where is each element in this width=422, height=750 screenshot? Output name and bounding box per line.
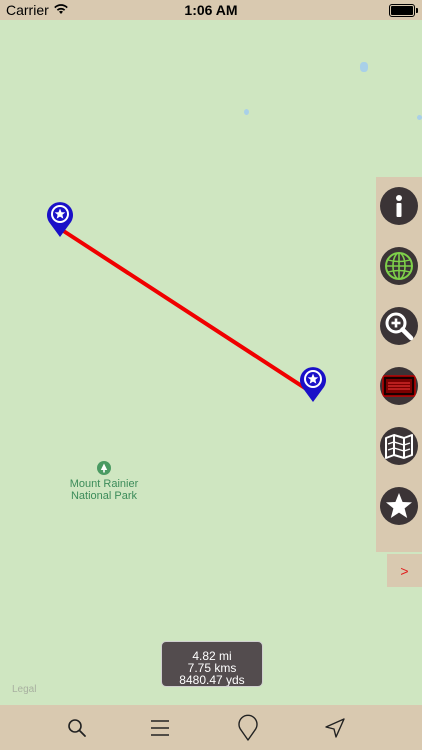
tv-button[interactable] [380, 367, 418, 405]
clock: 1:06 AM [184, 2, 238, 18]
zoom-in-icon [385, 312, 414, 341]
list-button[interactable] [138, 705, 182, 750]
location-arrow-icon [325, 717, 345, 738]
globe-button[interactable] [380, 247, 418, 285]
folded-map-icon [385, 434, 413, 459]
park-tree-icon [97, 461, 111, 475]
search-button[interactable] [55, 705, 99, 750]
bottom-toolbar [0, 705, 422, 750]
battery-icon [389, 4, 418, 17]
list-icon [151, 719, 169, 736]
pin-icon [238, 714, 258, 741]
distance-readout: 4.82 mi 7.75 kms 8480.47 yds [161, 641, 263, 687]
poi-label-line1: Mount Rainier [69, 478, 139, 490]
info-icon [396, 195, 402, 217]
map-layers-button[interactable] [380, 427, 418, 465]
map-pin-end[interactable] [298, 365, 328, 403]
info-button[interactable] [380, 187, 418, 225]
legal-link[interactable]: Legal [12, 684, 36, 695]
side-toolbar [376, 177, 422, 552]
route-line [60, 228, 313, 394]
poi-mount-rainier[interactable]: Mount Rainier National Park [58, 461, 150, 502]
tv-icon [382, 375, 416, 397]
drop-pin-button[interactable] [226, 705, 270, 750]
distance-yards: 8480.47 yds [179, 673, 245, 687]
expand-panel-button[interactable]: > [387, 554, 422, 587]
map-view[interactable]: Mount Rainier National Park Legal [0, 20, 422, 705]
globe-icon [385, 252, 413, 280]
star-icon [386, 493, 412, 518]
current-location-button[interactable] [313, 705, 357, 750]
zoom-in-button[interactable] [380, 307, 418, 345]
status-bar: Carrier 1:06 AM [0, 0, 422, 20]
search-icon [68, 718, 86, 737]
favorites-button[interactable] [380, 487, 418, 525]
map-pin-start[interactable] [45, 200, 75, 238]
poi-label-line2: National Park [70, 490, 138, 502]
